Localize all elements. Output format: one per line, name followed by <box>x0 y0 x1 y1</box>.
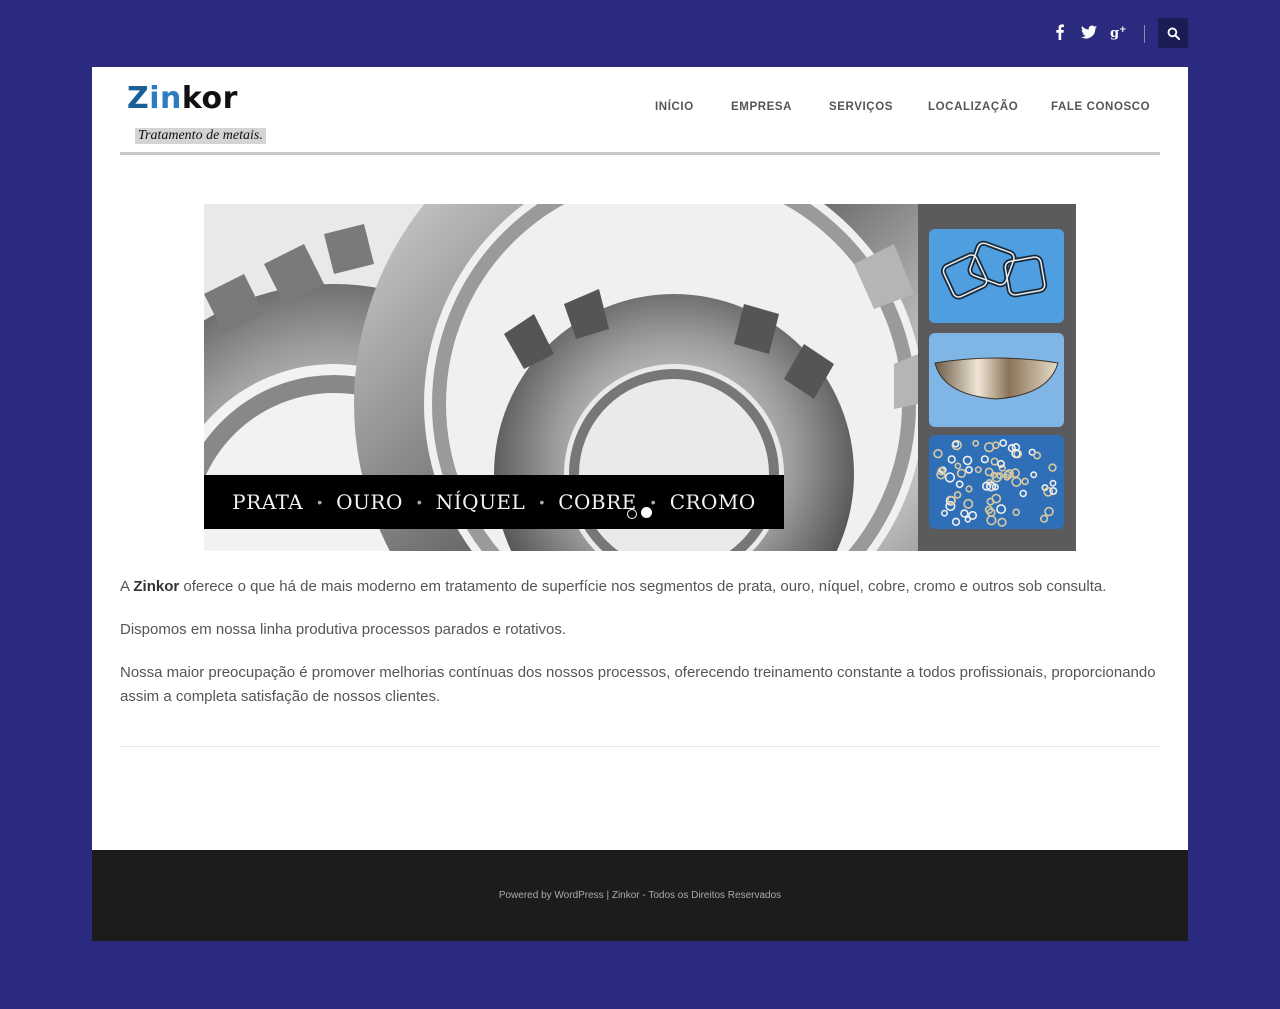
slide-caption: PRATA • OURO • NÍQUEL • COBRE • CROMO <box>204 475 784 529</box>
slider-dot-1[interactable] <box>627 509 637 519</box>
caption-separator: • <box>416 494 422 510</box>
header-divider <box>120 152 1160 155</box>
caption-separator: • <box>539 494 545 510</box>
nav-item-servicos[interactable]: SERVIÇOS <box>829 101 893 113</box>
brand-name: Zinkor <box>133 578 180 595</box>
facebook-icon[interactable] <box>1052 24 1068 40</box>
page-container: Zinkor Tratamento de metais. INÍCIO EMPR… <box>92 67 1188 850</box>
caption-word: CROMO <box>669 490 756 514</box>
footer-credits: Powered by WordPress | Zinkor - Todos os… <box>498 890 782 901</box>
thumbnail-visor <box>929 333 1064 427</box>
topbar-divider <box>1144 25 1145 43</box>
intro-paragraph-2: Dispomos em nossa linha produtiva proces… <box>120 621 567 638</box>
intro-paragraph-1: A Zinkor oferece o que há de mais modern… <box>120 578 1107 595</box>
svg-text:g: g <box>1110 26 1119 40</box>
nav-item-localizacao[interactable]: LOCALIZAÇÃO <box>928 101 1018 113</box>
caption-word: OURO <box>336 490 403 514</box>
caption-word: NÍQUEL <box>435 490 526 514</box>
caption-separator: • <box>317 494 323 510</box>
nav-item-empresa[interactable]: EMPRESA <box>731 101 792 113</box>
footer: Powered by WordPress | Zinkor - Todos os… <box>92 850 1188 941</box>
main-nav: INÍCIO EMPRESA SERVIÇOS LOCALIZAÇÃO FALE… <box>92 101 1188 121</box>
twitter-icon[interactable] <box>1081 24 1097 40</box>
caption-word: COBRE <box>558 490 637 514</box>
search-icon <box>1167 27 1180 40</box>
nav-item-fale-conosco[interactable]: FALE CONOSCO <box>1051 101 1150 113</box>
image-slider[interactable]: PRATA • OURO • NÍQUEL • COBRE • CROMO <box>204 204 1076 551</box>
thumbnail-washers <box>929 435 1064 529</box>
intro-paragraph-3: Nossa maior preocupação é promover melho… <box>120 664 1156 705</box>
caption-word: PRATA <box>232 490 304 514</box>
nav-item-inicio[interactable]: INÍCIO <box>655 101 694 113</box>
svg-text:+: + <box>1119 25 1126 35</box>
intro-content: A Zinkor oferece o que há de mais modern… <box>120 575 1160 728</box>
search-button[interactable] <box>1158 18 1188 48</box>
logo-tagline: Tratamento de metais. <box>135 128 266 144</box>
product-thumbnails <box>918 204 1076 551</box>
google-plus-icon[interactable]: g + <box>1110 24 1126 40</box>
content-divider <box>120 746 1160 747</box>
slider-pagination <box>627 507 657 521</box>
slider-dot-2-active[interactable] <box>641 507 652 518</box>
top-bar: g + <box>1040 18 1188 48</box>
thumbnail-rings <box>929 229 1064 323</box>
